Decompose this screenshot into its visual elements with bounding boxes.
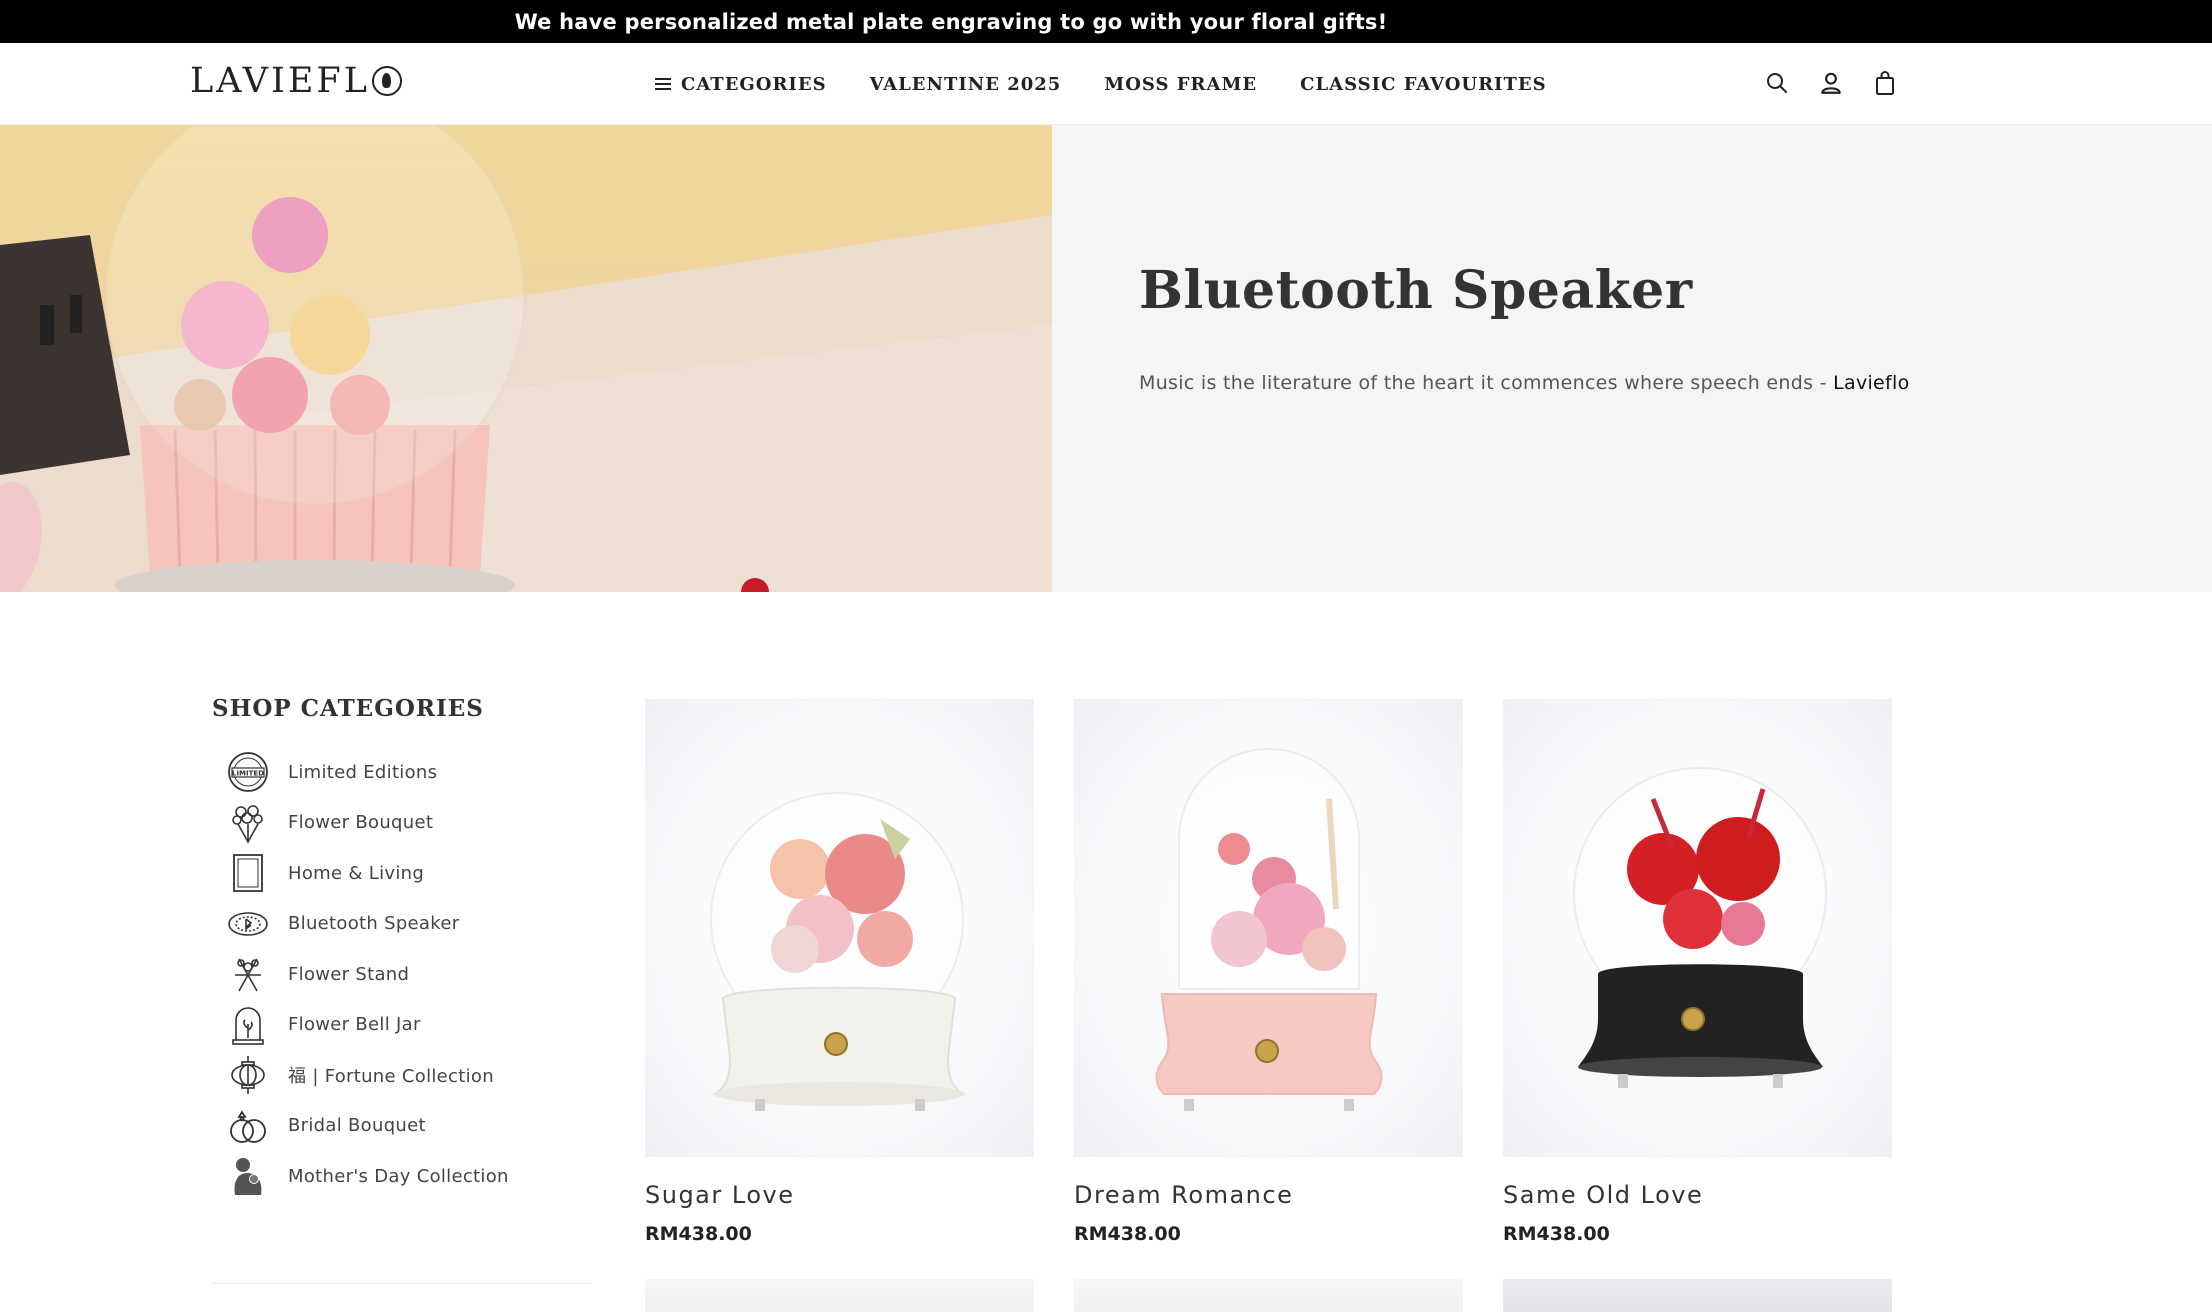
hero-quote: Music is the literature of the heart it … <box>1139 372 1834 394</box>
product-image[interactable] <box>1074 699 1463 1157</box>
nav-label: CLASSIC FAVOURITES <box>1300 73 1547 95</box>
category-label: Bridal Bouquet <box>288 1115 426 1137</box>
logo-text: LAVIEFL <box>190 61 370 101</box>
product-price: RM438.00 <box>1074 1223 1181 1245</box>
product-card-partial[interactable] <box>1503 1279 1892 1312</box>
product-card-partial[interactable] <box>1074 1279 1463 1312</box>
category-list: LIMITED Limited Editions Flower Bouquet … <box>212 747 592 1202</box>
nav-categories[interactable]: CATEGORIES <box>655 74 827 95</box>
site-header: LAVIEFL CATEGORIES VALENTINE 2025 MOSS F… <box>0 43 2212 125</box>
category-flower-bouquet[interactable]: Flower Bouquet <box>212 798 592 849</box>
category-label: Mother's Day Collection <box>288 1165 509 1187</box>
nav-moss-frame[interactable]: MOSS FRAME <box>1104 74 1257 95</box>
nav-label: MOSS FRAME <box>1104 73 1258 95</box>
hero-brand: Lavieflo <box>1833 372 1910 394</box>
category-home-living[interactable]: Home & Living <box>212 848 592 899</box>
frame-icon <box>226 851 270 895</box>
limited-badge-icon: LIMITED <box>226 750 270 794</box>
category-mothers-day-collection[interactable]: Mother's Day Collection <box>212 1151 592 1202</box>
product-image[interactable] <box>645 699 1034 1157</box>
page-title: Bluetooth Speaker <box>1139 260 1693 321</box>
category-label: Bluetooth Speaker <box>288 913 460 935</box>
product-price: RM438.00 <box>645 1223 752 1245</box>
product-name[interactable]: Same Old Love <box>1503 1181 1892 1209</box>
category-label: Flower Stand <box>288 963 410 985</box>
category-label: Limited Editions <box>288 761 438 783</box>
rings-icon <box>226 1104 270 1148</box>
search-icon[interactable] <box>1762 68 1792 98</box>
header-actions <box>1762 68 1900 98</box>
logo-mark-icon <box>371 66 402 96</box>
hero-text-panel: Bluetooth Speaker Music is the literatur… <box>1052 125 2212 592</box>
product-image[interactable] <box>1503 699 1892 1157</box>
hero-image <box>0 125 1052 592</box>
category-fortune-collection[interactable]: 福 | Fortune Collection <box>212 1050 592 1101</box>
sidebar-divider <box>212 1283 592 1284</box>
account-icon[interactable] <box>1816 68 1846 98</box>
hero-description: Music is the literature of the heart it … <box>1139 372 1910 394</box>
bouquet-icon <box>226 801 270 845</box>
speaker-icon <box>226 902 270 946</box>
product-price: RM438.00 <box>1503 1223 1610 1245</box>
category-limited-editions[interactable]: LIMITED Limited Editions <box>212 747 592 798</box>
lantern-icon <box>226 1053 270 1097</box>
category-bluetooth-speaker[interactable]: Bluetooth Speaker <box>212 899 592 950</box>
category-label: Home & Living <box>288 862 425 884</box>
product-card-same-old-love[interactable]: Same Old Love RM438.00 <box>1503 699 1892 1245</box>
announcement-bar: We have personalized metal plate engravi… <box>0 0 2212 43</box>
product-card-dream-romance[interactable]: Dream Romance RM438.00 <box>1074 699 1463 1245</box>
category-flower-bell-jar[interactable]: Flower Bell Jar <box>212 1000 592 1051</box>
category-flower-stand[interactable]: Flower Stand <box>212 949 592 1000</box>
shop-categories-sidebar: SHOP CATEGORIES LIMITED Limited Editions… <box>212 695 592 1202</box>
svg-text:LIMITED: LIMITED <box>232 770 264 778</box>
product-card-partial[interactable] <box>645 1279 1034 1312</box>
site-logo[interactable]: LAVIEFL <box>190 61 402 101</box>
product-card-sugar-love[interactable]: Sugar Love RM438.00 <box>645 699 1034 1245</box>
category-bridal-bouquet[interactable]: Bridal Bouquet <box>212 1101 592 1152</box>
mother-child-icon <box>226 1154 270 1198</box>
product-name[interactable]: Sugar Love <box>645 1181 1034 1209</box>
sidebar-title: SHOP CATEGORIES <box>212 695 484 722</box>
nav-classic-favourites[interactable]: CLASSIC FAVOURITES <box>1300 74 1546 95</box>
hero-banner: Bluetooth Speaker Music is the literatur… <box>0 125 2212 592</box>
main-nav: CATEGORIES VALENTINE 2025 MOSS FRAME CLA… <box>655 43 1590 125</box>
menu-icon <box>655 78 671 90</box>
nav-valentine-2025[interactable]: VALENTINE 2025 <box>870 74 1062 95</box>
product-name[interactable]: Dream Romance <box>1074 1181 1463 1209</box>
category-label: Flower Bell Jar <box>288 1014 421 1036</box>
announcement-text: We have personalized metal plate engravi… <box>514 9 1388 34</box>
flower-stand-icon <box>226 952 270 996</box>
nav-label: CATEGORIES <box>681 73 827 95</box>
cart-icon[interactable] <box>1870 68 1900 98</box>
bell-jar-icon <box>226 1003 270 1047</box>
category-label: Flower Bouquet <box>288 812 434 834</box>
category-label: 福 | Fortune Collection <box>288 1066 494 1088</box>
nav-label: VALENTINE 2025 <box>869 73 1062 95</box>
